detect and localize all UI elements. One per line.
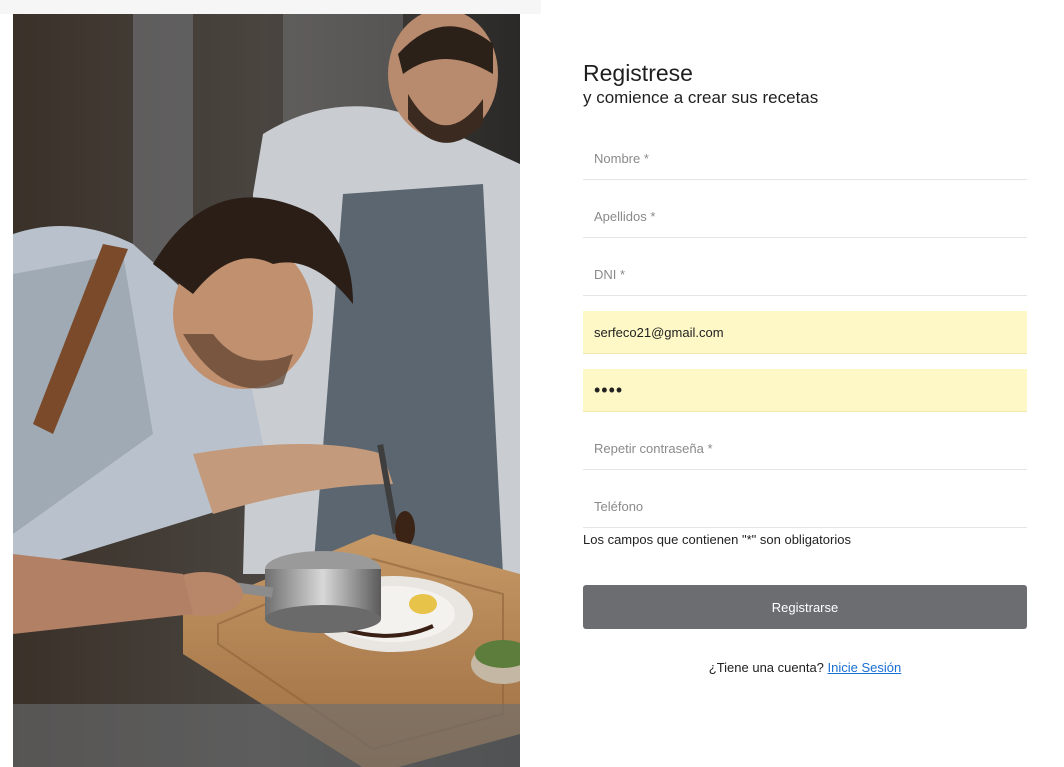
chef-illustration — [13, 14, 520, 767]
page-title: Registrese — [583, 60, 693, 86]
repetir-password-field[interactable] — [583, 427, 1027, 470]
register-header: Registrese y comience a crear sus receta… — [583, 58, 1027, 108]
apellidos-field[interactable] — [583, 195, 1027, 238]
chef-photo — [13, 14, 520, 767]
login-prompt: ¿Tiene una cuenta? Inicie Sesión — [583, 660, 1027, 675]
dni-field[interactable] — [583, 253, 1027, 296]
page-subtitle: y comience a crear sus recetas — [583, 88, 819, 107]
password-field[interactable] — [583, 369, 1027, 412]
email-field[interactable] — [583, 311, 1027, 354]
top-strip — [0, 0, 541, 14]
login-question: ¿Tiene una cuenta? — [708, 660, 824, 675]
register-button[interactable]: Registrarse — [583, 585, 1027, 629]
nombre-field[interactable] — [583, 137, 1027, 180]
required-note: Los campos que contienen "*" son obligat… — [583, 532, 851, 547]
login-link[interactable]: Inicie Sesión — [828, 660, 902, 675]
telefono-field[interactable] — [583, 485, 1027, 528]
